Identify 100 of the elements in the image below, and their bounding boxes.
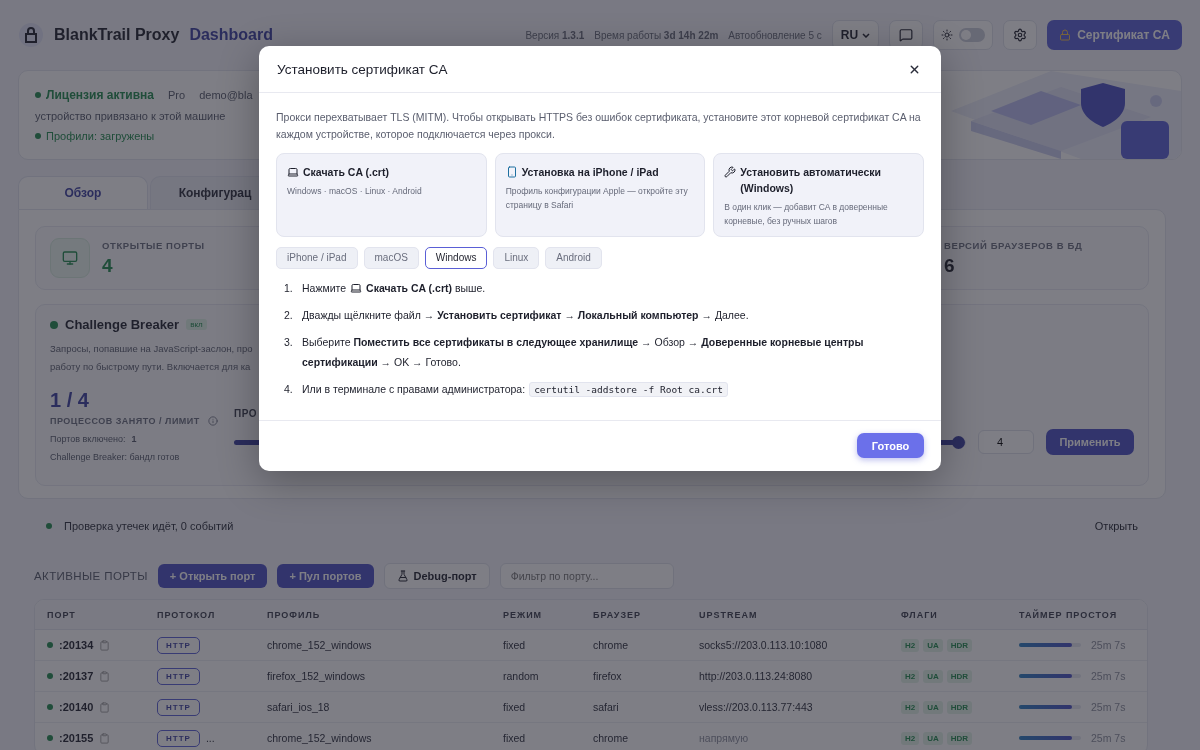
flag-tag: H2 <box>901 731 920 745</box>
message-icon <box>899 28 914 42</box>
column-header: РЕЖИМ <box>503 609 544 620</box>
add-button[interactable]: + Открыть порт <box>157 564 268 588</box>
flag-tag: UA <box>923 700 943 714</box>
flag-tag: HDR <box>946 731 973 745</box>
table-cell-text: chrome_152_windows <box>267 732 373 744</box>
port-number: :20137 <box>59 670 94 682</box>
header-meta: Время работы 3d 14h 22m <box>594 29 719 41</box>
table-cell-text: fixed <box>503 639 527 651</box>
add-button[interactable]: + Пул портов <box>277 564 374 588</box>
platform-tab[interactable]: Windows <box>424 246 488 269</box>
dialog-intro: Прокси перехватывает TLS (MITM). Чтобы открывать HTTPS без ошибок сертификата, установите этот корневой сертификат CA на каждом устройстве, которое подключается через прокси. <box>276 110 922 142</box>
flag-tag: HDR <box>946 700 973 714</box>
protocol-tag: HTTP <box>157 636 200 654</box>
filter-field[interactable]: Фильтр по порту... <box>499 563 674 589</box>
table-cell-text: fixed <box>503 701 527 713</box>
platform-tab[interactable]: Linux <box>493 246 540 269</box>
option-card[interactable]: Установить автоматически (Windows) В один клик — добавит CA в доверенные корневые, без ручных шагов <box>713 152 924 237</box>
table-cell-text: chrome <box>593 732 629 744</box>
idle-bar <box>1019 643 1081 647</box>
protocol-tag: HTTP <box>157 698 200 716</box>
copy-icon[interactable] <box>99 732 111 744</box>
option-card[interactable]: Установка на iPhone / iPad Профиль конфигурации Apple — откройте эту страницу в Safari <box>494 152 706 237</box>
settings-button[interactable] <box>1003 20 1038 50</box>
profiles-status: Профили: загружены <box>35 130 253 142</box>
status-dot <box>47 642 53 648</box>
license-status: Лицензия активна <box>35 88 154 102</box>
copy-icon[interactable] <box>99 639 111 651</box>
laptop-icon <box>350 282 363 295</box>
tab[interactable]: Обзор <box>18 176 148 209</box>
dialog-title: Установить сертификат CA <box>277 61 448 77</box>
option-description: В один клик — добавит CA в доверенные корневые, без ручных шагов <box>724 201 889 229</box>
flag-tag: UA <box>923 669 943 683</box>
flag-tag: H2 <box>901 669 920 683</box>
option-title: Установка на iPhone / iPad <box>521 164 659 180</box>
open-button[interactable]: Открыть <box>1088 519 1144 533</box>
port-number: :20155 <box>59 732 94 744</box>
step-number: 1. <box>284 280 294 296</box>
done-button[interactable]: Готово <box>857 433 924 459</box>
certificate-button[interactable]: Сертификат CA <box>1047 20 1182 50</box>
flag-tag: UA <box>923 731 943 745</box>
platform-tab[interactable]: Android <box>545 246 602 269</box>
header-meta: Версия 1.3.1 <box>525 29 585 41</box>
port-number: :20140 <box>59 701 94 713</box>
status-badge: вкл <box>186 319 207 330</box>
theme-switch[interactable] <box>959 28 986 42</box>
status-dot <box>47 735 53 741</box>
stat-value: 4 <box>102 254 114 277</box>
more-text: ... <box>205 732 215 744</box>
section-title: АКТИВНЫЕ ПОРТЫ <box>34 570 148 582</box>
flag-tag: UA <box>923 638 943 652</box>
sun-icon <box>941 29 954 41</box>
step-text: Нажмите <box>302 280 347 296</box>
column-header: ФЛАГИ <box>901 609 939 620</box>
column-header: ПРОФИЛЬ <box>267 609 322 620</box>
table-cell-text: fixed <box>503 732 527 744</box>
protocol-tag: HTTP <box>157 667 200 685</box>
flag-tag: H2 <box>901 638 920 652</box>
table-cell-text: safari_ios_18 <box>267 701 331 713</box>
table-cell-text: chrome_152_windows <box>267 639 373 651</box>
brand-name: BlankTrail Proxy <box>54 26 180 44</box>
monitor-icon <box>50 238 90 278</box>
table-cell-text: random <box>503 670 540 682</box>
option-card[interactable]: Скачать CA (.crt) Windows · macOS · Linux · Android <box>276 152 487 237</box>
step-number: 4. <box>284 382 294 398</box>
idle-bar <box>1019 674 1081 678</box>
usage-value: 1 / 4 <box>50 388 90 412</box>
copy-icon[interactable] <box>99 670 111 682</box>
table-cell-text: safari <box>593 701 620 713</box>
column-header: ПОРТ <box>47 609 77 620</box>
gear-icon <box>1013 28 1028 42</box>
copy-icon[interactable] <box>99 701 111 713</box>
port-number: :20134 <box>59 639 94 651</box>
license-email: demo@bla <box>199 89 253 101</box>
table-cell-text: chrome <box>593 639 629 651</box>
debug-button[interactable]: Debug-порт <box>383 563 490 589</box>
ports-enabled: Портов включено: 1 <box>50 433 138 444</box>
code-snippet: certutil -addstore -f Root ca.crt <box>529 382 728 398</box>
platform-tab[interactable]: macOS <box>363 246 419 269</box>
table-cell-text: http://203.0.113.24:8080 <box>699 670 814 682</box>
flag-tag: HDR <box>946 638 973 652</box>
card-title: Challenge Breaker <box>65 317 180 332</box>
phone-icon <box>505 165 518 178</box>
step-text: Или в терминале с правами администратора: <box>302 382 526 398</box>
step-text: Выберите Поместить все сертификаты в следующее хранилище → Обзор → Доверенные корневые центры сертификации → OK → Готово. <box>302 335 865 370</box>
table-cell-text: firefox_152_windows <box>267 670 367 682</box>
page-subtitle: Dashboard <box>189 26 273 44</box>
info-icon <box>207 415 218 426</box>
license-note: устройство привязано к этой машине <box>35 110 227 122</box>
lock-icon <box>1059 29 1072 41</box>
table-cell-text: firefox <box>593 670 623 682</box>
platform-tab[interactable]: iPhone / iPad <box>276 246 358 269</box>
idle-bar <box>1019 736 1081 740</box>
status-dot <box>47 704 53 710</box>
apply-button[interactable]: Применить <box>1046 429 1134 455</box>
protocol-tag: HTTP <box>157 729 200 747</box>
limit-input[interactable]: 4 <box>978 430 1034 454</box>
chevron-icon <box>862 32 871 38</box>
logo-icon <box>18 22 44 48</box>
